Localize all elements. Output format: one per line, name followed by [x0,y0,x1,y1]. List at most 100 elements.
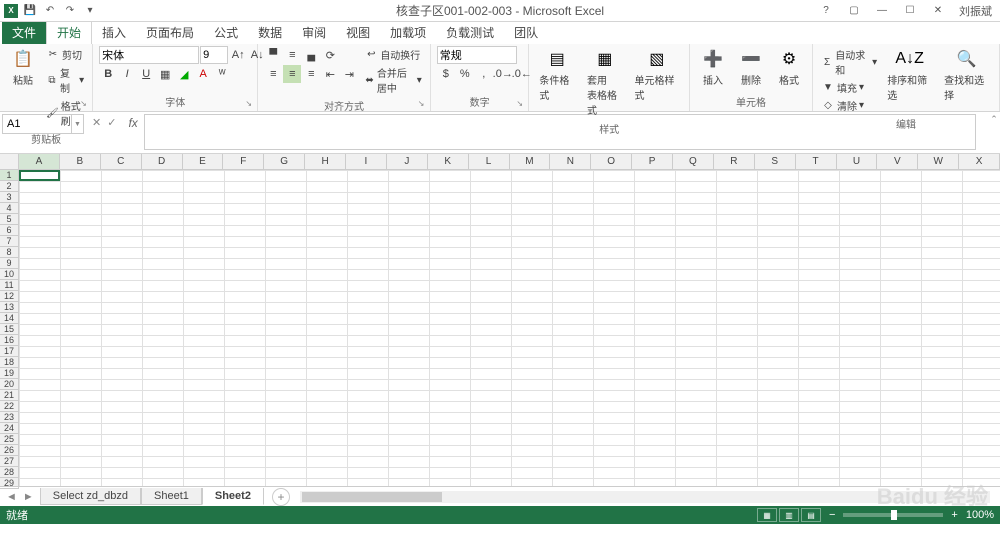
bold-button[interactable]: B [99,65,117,83]
col-header[interactable]: F [223,154,264,170]
cancel-formula-icon[interactable]: ✕ [92,116,101,129]
alignment-launcher-icon[interactable]: ↘ [418,99,428,109]
close-icon[interactable]: ✕ [925,2,951,20]
cut-button[interactable]: ✂剪切 [44,46,86,63]
copy-button[interactable]: ⧉复制▾ [44,64,86,96]
font-color-button[interactable]: A [194,65,212,83]
decrease-decimal-icon[interactable]: .0← [513,65,531,83]
increase-font-icon[interactable]: A↑ [229,46,247,64]
horizontal-scrollbar[interactable] [300,491,990,503]
row-header[interactable]: 19 [0,368,19,379]
fill-button[interactable]: ▼填充▾ [819,79,879,96]
sheet-tab-1[interactable]: Select zd_dbzd [40,488,141,505]
fill-color-button[interactable]: ◢ [175,65,193,83]
col-header[interactable]: X [959,154,1000,170]
row-header[interactable]: 18 [0,357,19,368]
row-header[interactable]: 5 [0,214,19,225]
zoom-level[interactable]: 100% [966,509,994,521]
tab-layout[interactable]: 页面布局 [136,21,204,44]
sheet-tab-3[interactable]: Sheet2 [202,488,264,505]
sheet-nav-prev-icon[interactable]: ◄ [6,491,17,503]
col-header[interactable]: P [632,154,673,170]
autosum-button[interactable]: Σ自动求和▾ [819,46,879,78]
column-headers[interactable]: ABCDEFGHIJKLMNOPQRSTUVWX [19,154,1000,170]
merge-center-button[interactable]: ⬌合并后居中▾ [362,64,423,96]
row-header[interactable]: 10 [0,269,19,280]
percent-icon[interactable]: % [456,65,474,83]
col-header[interactable]: A [19,154,60,170]
row-header[interactable]: 20 [0,379,19,390]
tab-loadtest[interactable]: 负载测试 [436,21,504,44]
col-header[interactable]: L [469,154,510,170]
tab-data[interactable]: 数据 [248,21,292,44]
row-header[interactable]: 21 [0,390,19,401]
tab-review[interactable]: 审阅 [292,21,336,44]
row-headers[interactable]: 1234567891011121314151617181920212223242… [0,170,19,486]
view-normal-icon[interactable]: ▦ [757,508,777,522]
zoom-slider[interactable] [843,513,943,517]
cells-area[interactable] [19,170,1000,486]
align-bottom-icon[interactable]: ▄ [302,46,320,64]
qat-customize-icon[interactable]: ▾ [82,3,98,19]
tab-file[interactable]: 文件 [2,21,46,44]
view-page-layout-icon[interactable]: ▥ [779,508,799,522]
add-sheet-button[interactable]: + [272,488,290,506]
align-middle-icon[interactable]: ≡ [283,46,301,64]
col-header[interactable]: V [877,154,918,170]
tab-addin[interactable]: 加载项 [380,21,436,44]
border-button[interactable]: ▦ [156,65,174,83]
row-header[interactable]: 11 [0,280,19,291]
align-right-icon[interactable]: ≡ [302,65,320,83]
row-header[interactable]: 22 [0,401,19,412]
row-header[interactable]: 13 [0,302,19,313]
row-header[interactable]: 26 [0,445,19,456]
col-header[interactable]: I [346,154,387,170]
row-header[interactable]: 2 [0,181,19,192]
orientation-icon[interactable]: ⟳ [321,46,339,64]
row-header[interactable]: 1 [0,170,19,181]
row-header[interactable]: 4 [0,203,19,214]
row-header[interactable]: 7 [0,236,19,247]
row-header[interactable]: 16 [0,335,19,346]
sheet-tab-2[interactable]: Sheet1 [141,488,202,505]
delete-cells-button[interactable]: ➖删除 [734,46,768,89]
col-header[interactable]: W [918,154,959,170]
row-header[interactable]: 9 [0,258,19,269]
row-header[interactable]: 3 [0,192,19,203]
zoom-out-icon[interactable]: − [829,509,835,521]
sort-filter-button[interactable]: A↓Z排序和筛选 [883,46,936,104]
col-header[interactable]: M [510,154,551,170]
align-center-icon[interactable]: ≡ [283,65,301,83]
align-top-icon[interactable]: ▀ [264,46,282,64]
col-header[interactable]: G [264,154,305,170]
help-icon[interactable]: ? [813,2,839,20]
redo-icon[interactable]: ↷ [62,3,78,19]
minimize-icon[interactable]: — [869,2,895,20]
row-header[interactable]: 28 [0,467,19,478]
col-header[interactable]: D [142,154,183,170]
col-header[interactable]: H [305,154,346,170]
indent-inc-icon[interactable]: ⇥ [340,65,358,83]
tab-formula[interactable]: 公式 [204,21,248,44]
format-cells-button[interactable]: ⚙格式 [772,46,806,89]
row-header[interactable]: 8 [0,247,19,258]
ribbon-options-icon[interactable]: ▢ [841,2,867,20]
align-left-icon[interactable]: ≡ [264,65,282,83]
conditional-format-button[interactable]: ▤条件格式 [535,46,579,104]
col-header[interactable]: J [387,154,428,170]
row-header[interactable]: 23 [0,412,19,423]
col-header[interactable]: T [796,154,837,170]
col-header[interactable]: R [714,154,755,170]
select-all-corner[interactable] [0,154,19,170]
col-header[interactable]: U [837,154,878,170]
phonetic-button[interactable]: ᵂ [213,65,231,83]
tab-view[interactable]: 视图 [336,21,380,44]
table-format-button[interactable]: ▦套用 表格格式 [583,46,627,119]
tab-insert[interactable]: 插入 [92,21,136,44]
row-header[interactable]: 17 [0,346,19,357]
col-header[interactable]: O [591,154,632,170]
undo-icon[interactable]: ↶ [42,3,58,19]
zoom-in-icon[interactable]: + [951,509,957,521]
col-header[interactable]: Q [673,154,714,170]
row-header[interactable]: 24 [0,423,19,434]
